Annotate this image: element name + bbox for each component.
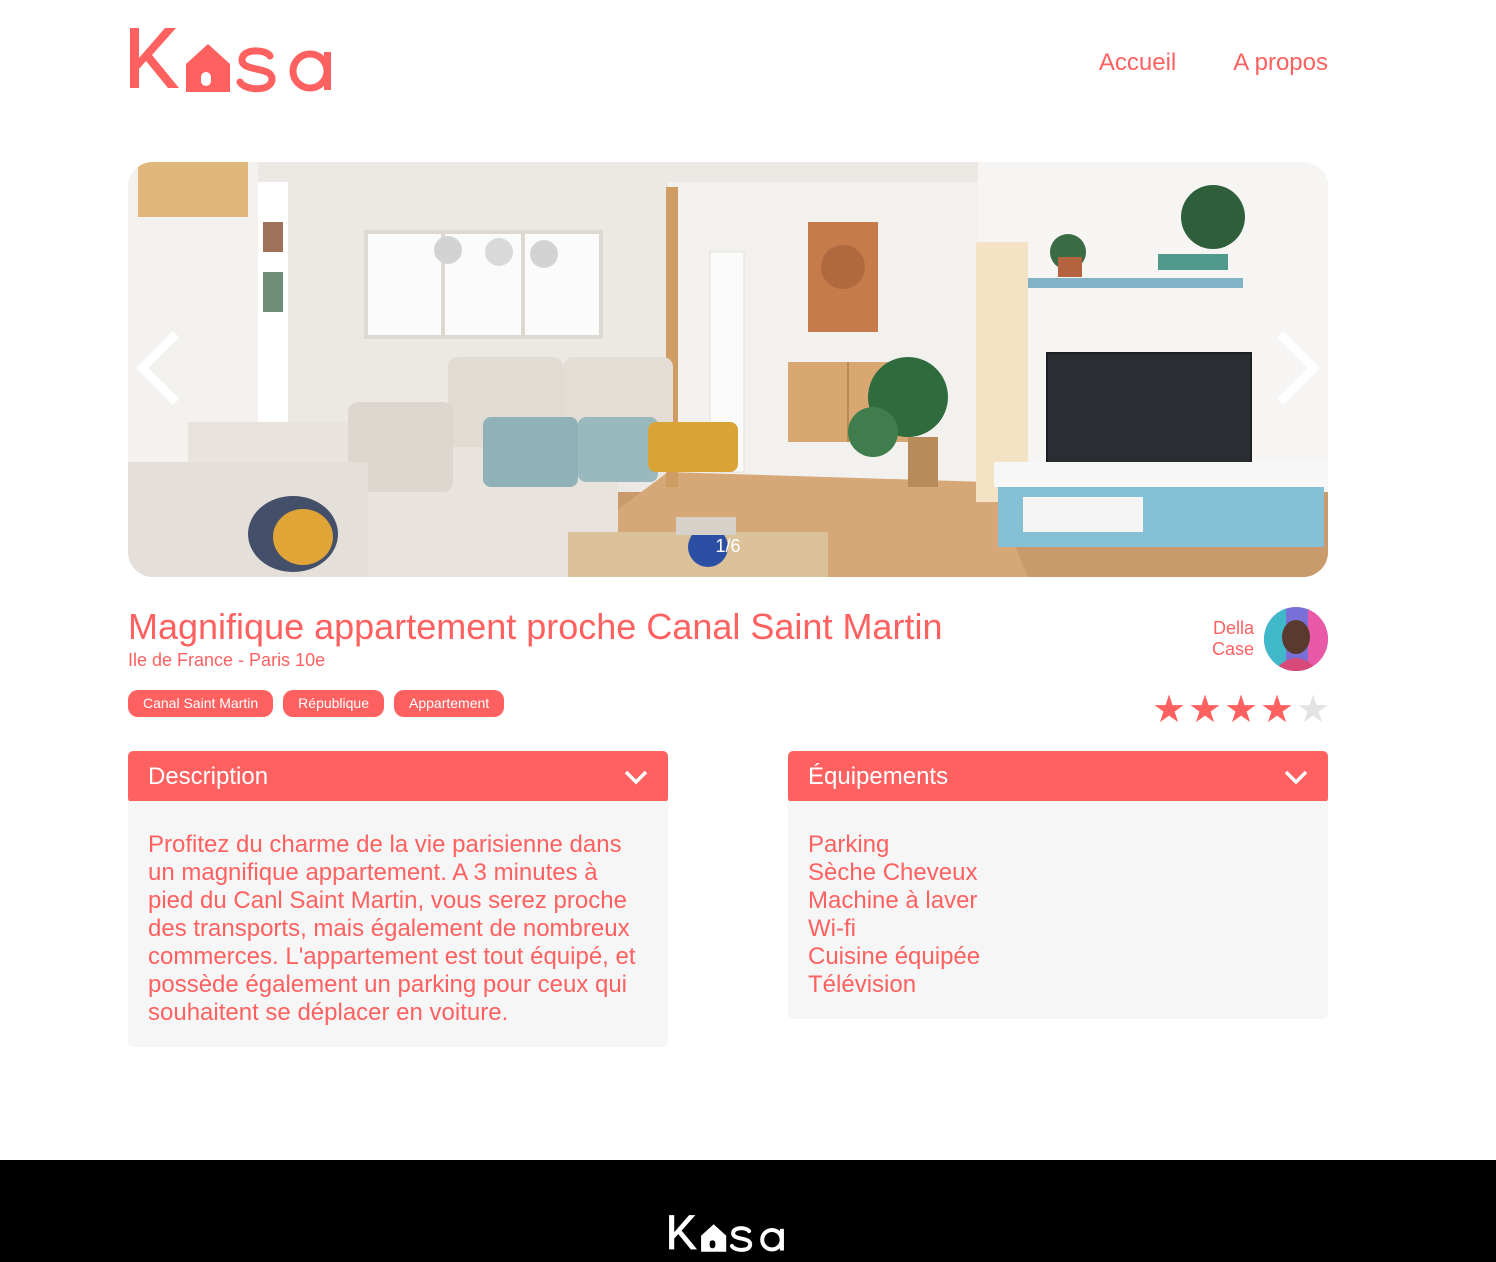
equipment-item: Sèche Cheveux (808, 859, 978, 886)
equipments-content: Parking Sèche Cheveux Machine à laver Wi… (788, 801, 1328, 1019)
footer-kasa-logo (669, 1215, 784, 1252)
description-label: Description (148, 763, 269, 790)
equipments-label: Équipements (808, 763, 949, 790)
equipment-item: Parking (808, 831, 890, 858)
host-avatar (1264, 607, 1328, 671)
image-carousel: 1/6 (128, 162, 1328, 577)
host-name: Della Case (1194, 618, 1254, 660)
host-info: Della Case (1194, 607, 1328, 671)
listing-photo (128, 162, 1328, 577)
star-icon: ★ (1224, 689, 1259, 731)
listing-location: Ile de France - Paris 10e (128, 650, 326, 670)
star-icon: ★ (1188, 689, 1223, 731)
equipment-item: Cuisine équipée (808, 943, 981, 970)
star-icon: ★ (1260, 689, 1295, 731)
star-icon: ★ (1152, 689, 1187, 731)
kasa-logo[interactable] (128, 26, 340, 96)
listing-info: Magnifique appartement proche Canal Sain… (128, 606, 1330, 730)
description-collapse: Description Profitez du charme de la vie… (128, 751, 668, 1047)
carousel-counter: 1/6 (715, 536, 741, 556)
description-text: Profitez du charme de la vie parisienne … (148, 831, 636, 1026)
equipments-toggle[interactable]: Équipements (788, 751, 1328, 803)
nav-a-propos[interactable]: A propos (1233, 48, 1328, 78)
site-header: Accueil A propos (128, 0, 1328, 120)
rating: ★ ★ ★ ★ ★ (1152, 689, 1331, 731)
carousel-next-arrow[interactable] (1268, 328, 1324, 408)
chevron-down-icon (1284, 770, 1308, 785)
main-nav: Accueil A propos (1099, 48, 1328, 78)
equipment-list: Parking Sèche Cheveux Machine à laver Wi… (808, 831, 1308, 999)
star-icon: ★ (1296, 689, 1331, 731)
equipment-item: Machine à laver (808, 887, 978, 914)
equipment-item: Télévision (808, 971, 917, 998)
chevron-down-icon (624, 770, 648, 785)
site-footer (0, 1160, 1496, 1262)
listing-title: Magnifique appartement proche Canal Sain… (128, 606, 943, 647)
description-content: Profitez du charme de la vie parisienne … (128, 801, 668, 1047)
equipments-collapse: Équipements Parking Sèche Cheveux Machin… (788, 751, 1328, 1019)
equipment-item: Wi-fi (808, 915, 856, 942)
tag-list: Canal Saint Martin République Appartemen… (128, 690, 505, 717)
tag: Appartement (394, 690, 505, 717)
tag: République (283, 690, 385, 717)
description-toggle[interactable]: Description (128, 751, 668, 803)
host-first-name: Della (1212, 618, 1254, 638)
nav-accueil[interactable]: Accueil (1099, 48, 1176, 78)
tag: Canal Saint Martin (128, 690, 274, 717)
host-last-name: Case (1211, 639, 1254, 659)
carousel-prev-arrow[interactable] (132, 328, 188, 408)
